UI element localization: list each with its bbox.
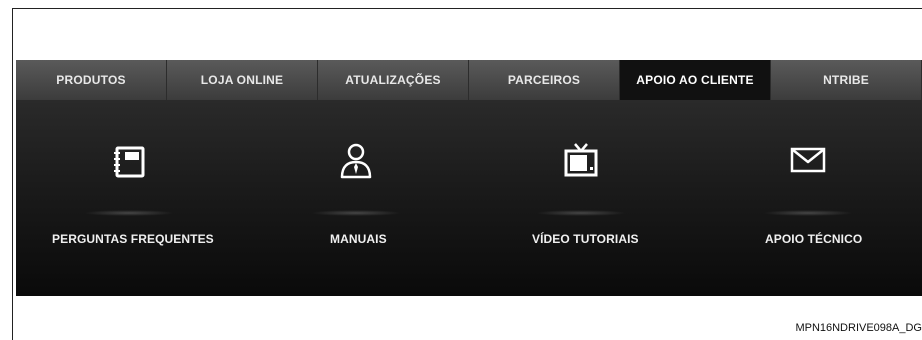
tile-manuais[interactable]: MANUAIS xyxy=(306,100,436,296)
icon-shadow xyxy=(763,210,853,216)
tile-label-video-tutoriais: VÍDEO TUTORIAIS xyxy=(532,232,639,246)
nav-item-atualizacoes[interactable]: ATUALIZAÇÕES xyxy=(318,60,469,100)
icon-shadow xyxy=(311,210,401,216)
envelope-icon xyxy=(788,140,828,180)
figure-code: MPN16NDRIVE098A_DG xyxy=(795,322,922,334)
main-nav: PRODUTOS LOJA ONLINE ATUALIZAÇÕES PARCEI… xyxy=(16,60,922,107)
tile-label-apoio-tecnico: APOIO TÉCNICO xyxy=(765,232,863,246)
nav-item-parceiros[interactable]: PARCEIROS xyxy=(469,60,620,100)
person-icon xyxy=(336,140,376,180)
nav-item-loja-online[interactable]: LOJA ONLINE xyxy=(167,60,318,100)
nav-item-produtos[interactable]: PRODUTOS xyxy=(16,60,167,100)
notebook-icon xyxy=(109,140,149,180)
support-panel: PERGUNTAS FREQUENTES MANUAIS VÍDEO TUTOR… xyxy=(16,100,922,296)
icon-shadow xyxy=(84,210,174,216)
tile-apoio-tecnico[interactable]: APOIO TÉCNICO xyxy=(751,100,891,296)
nav-item-ntribe[interactable]: NTRIBE xyxy=(771,60,922,100)
tile-perguntas-frequentes[interactable]: PERGUNTAS FREQUENTES xyxy=(44,100,234,296)
tv-icon xyxy=(561,140,601,180)
tile-label-perguntas-frequentes: PERGUNTAS FREQUENTES xyxy=(52,232,214,246)
tile-video-tutoriais[interactable]: VÍDEO TUTORIAIS xyxy=(506,100,656,296)
icon-shadow xyxy=(536,210,626,216)
tile-label-manuais: MANUAIS xyxy=(330,232,387,246)
nav-item-apoio-ao-cliente[interactable]: APOIO AO CLIENTE xyxy=(620,60,771,107)
